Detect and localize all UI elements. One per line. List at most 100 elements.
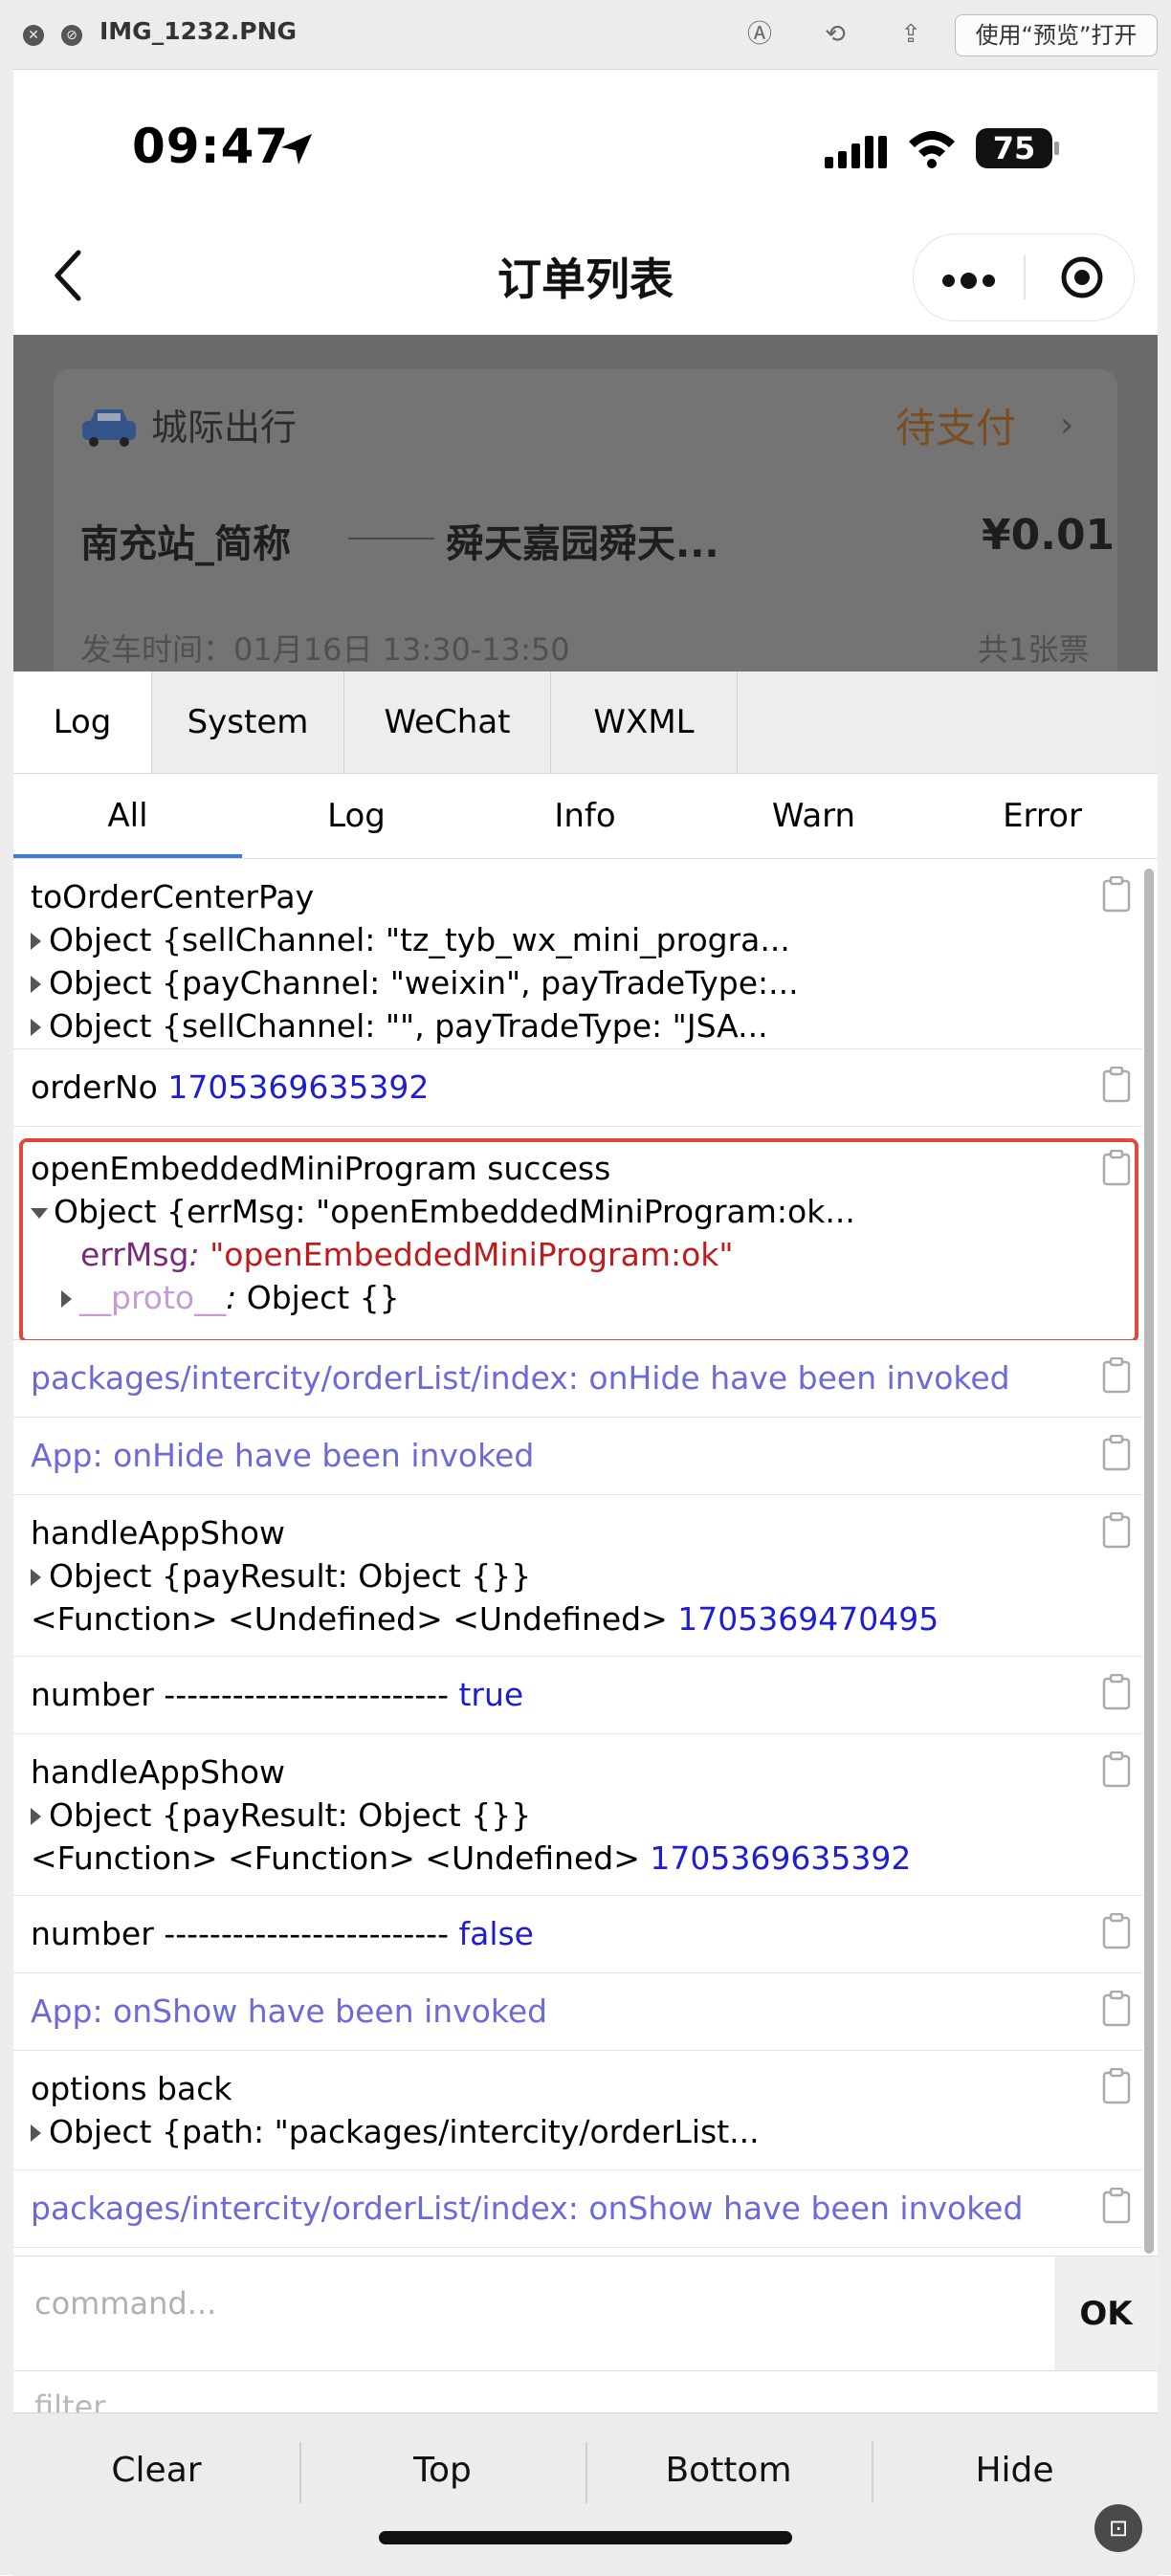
capsule-divider	[1024, 255, 1026, 299]
log-scrollbar[interactable]	[1144, 869, 1154, 2254]
object-row[interactable]: Object {sellChannel: "tz_tyb_wx_mini_pro…	[31, 921, 790, 958]
close-miniprogram-icon[interactable]	[1060, 255, 1104, 299]
log-entry: handleAppShow Object {payResult: Object …	[13, 1734, 1142, 1896]
top-button[interactable]: Top	[299, 2413, 586, 2528]
object-row[interactable]: Object {payResult: Object {}}	[31, 1557, 531, 1595]
clear-button[interactable]: Clear	[13, 2413, 299, 2528]
markup-icon[interactable]: Ⓐ	[744, 19, 775, 50]
minimize-icon[interactable]: ⊘	[61, 25, 82, 46]
ok-button[interactable]: OK	[1054, 2257, 1158, 2371]
preview-window-titlebar: ✕ ⊘ IMG_1232.PNG Ⓐ ⟲ ⇪ 使用“预览”打开	[0, 0, 1171, 70]
log-entry: number ------------------------- true	[13, 1657, 1142, 1734]
log-text: options back	[31, 2070, 232, 2107]
object-row[interactable]: Object {path: "packages/intercity/orderL…	[31, 2113, 760, 2150]
copy-icon[interactable]	[1102, 1991, 1131, 2027]
location-arrow-icon	[281, 134, 312, 165]
log-level-tabbar: All Log Info Warn Error	[13, 774, 1158, 859]
copy-icon[interactable]	[1102, 1674, 1131, 1710]
copy-icon[interactable]	[1102, 2188, 1131, 2224]
subtab-all[interactable]: All	[13, 774, 242, 858]
order-category: 城际出行	[151, 407, 298, 449]
log-entry: orderNo 1705369635392	[13, 1049, 1142, 1127]
log-entry: packages/intercity/orderList/index: onSh…	[13, 2170, 1142, 2248]
order-origin: 南充站_简称	[80, 522, 291, 566]
order-card[interactable]: 城际出行 待支付 › 南充站_简称 舜天嘉园舜天... ¥0.01 发车时间：0…	[54, 369, 1117, 672]
cellular-signal-icon	[825, 134, 892, 168]
close-icon[interactable]: ✕	[23, 25, 44, 46]
battery-tip	[1054, 142, 1059, 155]
expand-triangle-icon	[31, 933, 41, 950]
chevron-right-icon: ›	[1060, 406, 1074, 445]
copy-icon[interactable]	[1102, 1913, 1131, 1949]
expand-triangle-icon	[31, 2125, 41, 2142]
log-text: packages/intercity/orderList/index: onSh…	[31, 2190, 1024, 2227]
log-entry: App: onHide have been invoked	[13, 1418, 1142, 1495]
log-number: 1705369635392	[650, 1839, 912, 1877]
log-entry: toOrderCenterPay Object {sellChannel: "t…	[13, 859, 1142, 1049]
more-icon[interactable]	[942, 273, 1001, 291]
order-depart-time: 发车时间：01月16日 13:30-13:50	[80, 631, 570, 668]
tab-wechat[interactable]: WeChat	[344, 672, 551, 773]
copy-icon[interactable]	[1102, 1435, 1131, 1471]
expand-triangle-icon	[31, 976, 41, 993]
car-icon	[82, 409, 136, 447]
subtab-log[interactable]: Log	[242, 774, 471, 858]
subtab-warn[interactable]: Warn	[699, 774, 928, 858]
copy-icon[interactable]	[1102, 2068, 1131, 2104]
copy-icon[interactable]	[1102, 1357, 1131, 1394]
status-time: 09:47	[132, 119, 290, 174]
copy-icon[interactable]	[1102, 876, 1131, 913]
copy-icon[interactable]	[1102, 1751, 1131, 1788]
log-entry: packages/intercity/orderList/index: onHi…	[13, 1340, 1142, 1418]
object-row[interactable]: Object {sellChannel: "", payTradeType: "…	[31, 1007, 768, 1045]
object-row[interactable]: Object {payChannel: "weixin", payTradeTy…	[31, 964, 799, 1002]
tab-system[interactable]: System	[152, 672, 344, 773]
log-entry: number ------------------------- false	[13, 1896, 1142, 1973]
order-price: ¥0.01	[982, 511, 1116, 560]
subtab-info[interactable]: Info	[471, 774, 699, 858]
log-text: handleAppShow	[31, 1753, 285, 1791]
log-text: number ------------------------- true	[31, 1676, 524, 1713]
tab-wxml[interactable]: WXML	[551, 672, 738, 773]
command-bar: command... OK	[13, 2256, 1158, 2371]
log-entry: handleAppShow Object {payResult: Object …	[13, 1495, 1142, 1657]
log-boolean: true	[458, 1676, 524, 1713]
vconsole-panel: Log System WeChat WXML All Log Info Warn…	[13, 672, 1158, 2576]
log-entry: App: onShow have been invoked	[13, 1973, 1142, 2051]
log-text: handleAppShow	[31, 1514, 285, 1552]
battery-indicator: 75	[976, 128, 1052, 168]
log-text: <Function> <Undefined> <Undefined> 17053…	[31, 1600, 939, 1638]
order-destination: 舜天嘉园舜天...	[446, 522, 719, 566]
order-ticket-count: 共1张票	[978, 631, 1090, 668]
subtab-error[interactable]: Error	[928, 774, 1157, 858]
rotate-icon[interactable]: ⟲	[820, 19, 851, 50]
expand-triangle-icon	[31, 1019, 41, 1036]
object-row[interactable]: Object {payResult: Object {}}	[31, 1796, 531, 1834]
vconsole-footer: Clear Top Bottom Hide	[13, 2412, 1158, 2576]
order-status: 待支付	[895, 405, 1017, 451]
command-input[interactable]: command...	[34, 2285, 216, 2322]
bottom-button[interactable]: Bottom	[586, 2413, 872, 2528]
log-text: orderNo 1705369635392	[31, 1068, 430, 1106]
log-list: toOrderCenterPay Object {sellChannel: "t…	[13, 859, 1158, 2256]
log-number: 1705369470495	[677, 1600, 939, 1638]
text-scan-icon[interactable]: ⊡	[1094, 2504, 1142, 2552]
dimmed-page-overlay: 城际出行 待支付 › 南充站_简称 舜天嘉园舜天... ¥0.01 发车时间：0…	[13, 335, 1158, 672]
log-entry: options back Object {path: "packages/int…	[13, 2051, 1142, 2170]
window-filename: IMG_1232.PNG	[99, 17, 298, 45]
log-text: packages/intercity/orderList/index: onHi…	[31, 1359, 1010, 1397]
expand-triangle-icon	[31, 1569, 41, 1586]
open-with-preview-button[interactable]: 使用“预览”打开	[955, 14, 1158, 56]
copy-icon[interactable]	[1102, 1512, 1131, 1549]
tab-log[interactable]: Log	[13, 672, 152, 773]
log-text: number ------------------------- false	[31, 1915, 534, 1952]
log-text: toOrderCenterPay	[31, 878, 315, 915]
route-line	[348, 538, 434, 539]
copy-icon[interactable]	[1102, 1067, 1131, 1103]
frame-left	[0, 69, 13, 2575]
share-icon[interactable]: ⇪	[895, 19, 926, 50]
wifi-icon	[909, 131, 955, 168]
log-text: App: onHide have been invoked	[31, 1437, 535, 1474]
expand-triangle-icon	[31, 1808, 41, 1825]
home-indicator[interactable]	[379, 2531, 792, 2544]
